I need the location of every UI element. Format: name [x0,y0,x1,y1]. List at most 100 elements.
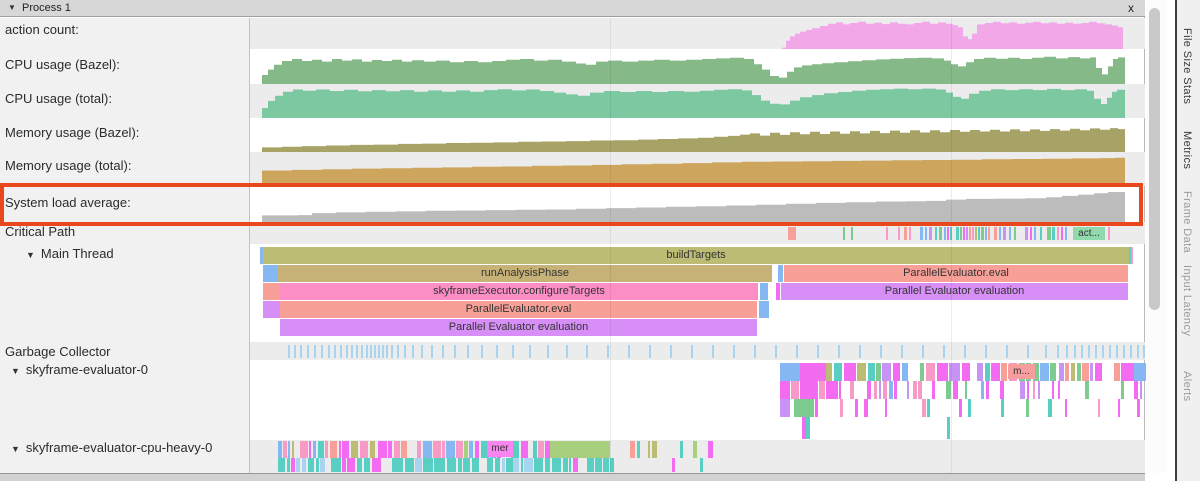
critical-path-event[interactable] [985,227,987,240]
trace-event-block[interactable] [417,441,421,458]
trace-event-block[interactable] [968,399,971,417]
critical-path-event[interactable] [975,227,977,240]
critical-path-event[interactable] [999,227,1001,240]
critical-path-event[interactable] [935,227,937,240]
gc-event[interactable] [880,345,882,358]
thread-slice[interactable] [776,283,780,300]
timeline-area[interactable]: buildTargetsrunAnalysisPhaseParallelEval… [0,0,1145,481]
trace-event-block[interactable] [894,381,897,399]
gc-event[interactable] [370,345,372,358]
critical-path-event[interactable] [963,227,965,240]
trace-event-block[interactable] [1040,363,1049,381]
tab-alerts[interactable]: Alerts [1181,371,1193,402]
trace-event-block[interactable] [302,458,306,472]
trace-event-block[interactable] [587,458,594,472]
tab-input-latency[interactable]: Input Latency [1181,265,1193,336]
trace-event-block[interactable] [288,441,290,458]
trace-event-block[interactable] [538,441,544,458]
trace-event-block[interactable] [472,458,479,472]
gc-event[interactable] [754,345,756,358]
trace-event-block[interactable] [834,381,838,399]
trace-event-block[interactable] [1137,399,1140,417]
trace-event-block[interactable] [1050,363,1056,381]
trace-event-block[interactable] [610,458,614,472]
critical-path-event[interactable] [956,227,959,240]
critical-path-event[interactable] [1065,227,1067,240]
critical-path-event[interactable] [1034,227,1036,240]
gc-event[interactable] [340,345,342,358]
trace-event-block[interactable] [423,458,433,472]
gc-event[interactable] [1045,345,1047,358]
trace-event-block[interactable] [552,458,561,472]
trace-event-block[interactable] [926,363,935,381]
critical-path-event[interactable] [1047,227,1051,240]
gc-event[interactable] [628,345,630,358]
critical-path-event[interactable] [972,227,974,240]
trace-event-block[interactable] [1001,363,1007,381]
gc-event[interactable] [859,345,861,358]
trace-event-block[interactable] [946,381,951,399]
gc-event[interactable] [1057,345,1059,358]
trace-event-block[interactable] [1121,381,1124,399]
gc-event[interactable] [1088,345,1090,358]
critical-path-event[interactable] [939,227,942,240]
trace-event-block[interactable] [1134,381,1138,399]
thread-slice[interactable] [1131,247,1133,264]
trace-event-block[interactable] [569,458,571,472]
gc-event[interactable] [412,345,414,358]
trace-event-block[interactable] [1026,399,1029,417]
trace-event-block[interactable] [524,458,533,472]
event-badge-act[interactable]: act... [1073,227,1105,240]
tab-file-size-stats[interactable]: File Size Stats [1181,28,1193,104]
gc-event[interactable] [670,345,672,358]
trace-event-block[interactable] [278,458,285,472]
gc-event[interactable] [351,345,353,358]
trace-event-block[interactable] [342,441,349,458]
trace-event-block[interactable] [300,441,308,458]
trace-event-block[interactable] [680,441,683,458]
critical-path-event[interactable] [1061,227,1063,240]
gc-event[interactable] [334,345,336,358]
critical-path-event[interactable] [947,227,949,240]
trace-event-block[interactable] [986,381,989,399]
trace-event-block[interactable] [378,441,387,458]
vertical-scrollbar-thumb[interactable] [1149,8,1160,310]
trace-event-block[interactable] [937,363,948,381]
trace-event-block[interactable] [372,458,381,472]
critical-path-event[interactable] [1030,227,1032,240]
gc-event[interactable] [467,345,469,358]
tab-metrics[interactable]: Metrics [1181,131,1193,169]
tab-frame-data[interactable]: Frame Data [1181,191,1193,253]
gc-event[interactable] [838,345,840,358]
trace-event-block[interactable] [977,363,983,381]
gc-event[interactable] [314,345,316,358]
gc-event[interactable] [404,345,406,358]
trace-event-block[interactable] [469,441,473,458]
trace-event-block[interactable] [364,458,370,472]
trace-event-block[interactable] [981,381,984,399]
counter-chart-system-load-average[interactable] [250,186,1145,222]
critical-path-event[interactable] [1009,227,1011,240]
trace-event-block[interactable] [791,381,799,399]
trace-event-block[interactable] [351,441,358,458]
trace-event-block[interactable] [826,381,834,399]
trace-event-block[interactable] [834,363,842,381]
trace-event-block[interactable] [879,381,881,399]
trace-event-block[interactable] [850,381,854,399]
critical-path-event[interactable] [929,227,932,240]
trace-event-block[interactable] [415,458,422,472]
trace-event-block[interactable] [313,441,316,458]
trace-event-block[interactable] [826,363,832,381]
trace-event-block[interactable] [700,458,703,472]
trace-event-block[interactable] [780,399,790,417]
gc-event[interactable] [817,345,819,358]
trace-event-block[interactable] [446,441,455,458]
trace-event-block[interactable] [965,381,967,399]
critical-path-event[interactable] [981,227,984,240]
critical-path-event[interactable] [843,227,845,240]
critical-path-event[interactable] [1052,227,1055,240]
trace-event-block[interactable] [325,441,328,458]
critical-path-event[interactable] [925,227,927,240]
trace-event-block[interactable] [708,441,713,458]
gc-event[interactable] [454,345,456,358]
